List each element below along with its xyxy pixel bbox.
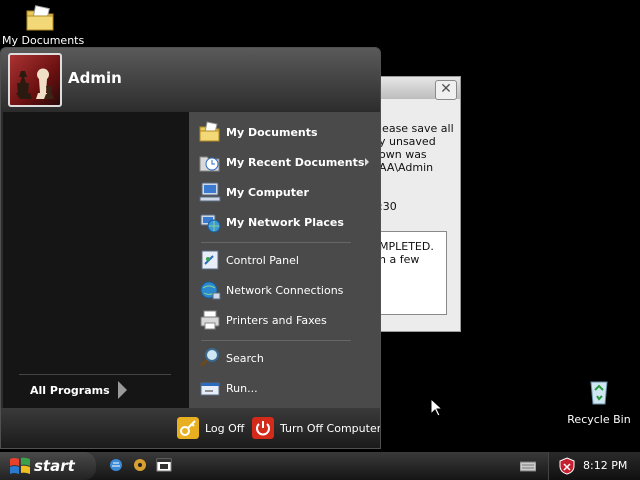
dialog-time: :30 bbox=[379, 200, 397, 213]
key-icon bbox=[177, 417, 199, 439]
menu-item-label: My Recent Documents bbox=[226, 156, 365, 169]
my-computer-icon bbox=[199, 182, 221, 202]
dialog-message-line: own was bbox=[379, 148, 427, 161]
divider bbox=[201, 242, 351, 243]
divider bbox=[201, 340, 351, 341]
desktop-icon-my-documents[interactable]: My Documents bbox=[2, 2, 85, 47]
search-icon bbox=[199, 348, 219, 368]
menu-item-label: My Computer bbox=[226, 186, 309, 199]
menu-item-search[interactable]: Search bbox=[197, 344, 373, 372]
dialog-message-line: y unsaved bbox=[379, 135, 436, 148]
avatar[interactable] bbox=[8, 53, 62, 107]
clock[interactable]: 8:12 PM bbox=[583, 459, 627, 472]
taskbar: start 8:12 PM bbox=[0, 452, 640, 480]
menu-item-printers-and-faxes[interactable]: Printers and Faxes bbox=[197, 306, 373, 334]
places-pane: My Documents My Recent Documents My Comp… bbox=[189, 112, 380, 408]
menu-item-network-connections[interactable]: Network Connections bbox=[197, 276, 373, 304]
recent-documents-icon bbox=[199, 156, 220, 172]
system-tray: 8:12 PM bbox=[548, 452, 640, 480]
start-label: start bbox=[34, 457, 75, 475]
dialog-message-line: AA\Admin bbox=[379, 161, 434, 174]
control-panel-icon bbox=[201, 250, 219, 270]
network-connections-icon bbox=[200, 281, 221, 300]
power-icon bbox=[252, 417, 274, 439]
dialog-message-line: lease save all bbox=[379, 122, 454, 135]
menu-item-my-documents[interactable]: My Documents bbox=[197, 118, 373, 146]
submenu-arrow-icon bbox=[365, 158, 369, 166]
dialog-status-line: MPLETED. bbox=[379, 240, 434, 253]
menu-item-label: Run... bbox=[226, 382, 258, 395]
pinned-programs-pane: All Programs bbox=[3, 112, 189, 408]
media-icon[interactable] bbox=[132, 457, 148, 473]
arrow-right-icon bbox=[118, 381, 127, 399]
menu-item-my-recent-documents[interactable]: My Recent Documents bbox=[197, 148, 373, 176]
chess-pieces-icon bbox=[16, 68, 54, 99]
start-button[interactable]: start bbox=[0, 452, 96, 480]
dialog-status-line: n a few bbox=[379, 253, 420, 266]
dialog-message: lease save all y unsaved own was AA\Admi… bbox=[379, 122, 454, 174]
run-icon bbox=[200, 382, 220, 396]
desktop-icon-recycle-bin[interactable]: Recycle Bin bbox=[562, 376, 636, 426]
menu-item-label: Search bbox=[226, 352, 264, 365]
menu-item-control-panel[interactable]: Control Panel bbox=[197, 246, 373, 274]
my-documents-icon bbox=[199, 121, 220, 142]
menu-item-label: Control Panel bbox=[226, 254, 299, 267]
log-off-label: Log Off bbox=[205, 422, 245, 435]
user-name: Admin bbox=[68, 69, 122, 87]
menu-item-label: Printers and Faxes bbox=[226, 314, 327, 327]
divider bbox=[19, 374, 171, 375]
all-programs-label: All Programs bbox=[30, 384, 110, 397]
menu-item-label: Network Connections bbox=[226, 284, 344, 297]
turn-off-label: Turn Off Computer bbox=[280, 422, 381, 435]
turn-off-computer-button[interactable]: Turn Off Computer bbox=[252, 417, 380, 441]
folder-documents-icon bbox=[26, 5, 54, 31]
recycle-bin-icon bbox=[590, 381, 608, 405]
network-places-icon bbox=[200, 214, 221, 233]
menu-item-run[interactable]: Run... bbox=[197, 374, 373, 402]
ie-icon[interactable] bbox=[108, 457, 124, 473]
menu-item-my-computer[interactable]: My Computer bbox=[197, 178, 373, 206]
mouse-cursor-icon bbox=[431, 399, 443, 417]
printer-icon bbox=[200, 310, 220, 330]
media-player-icon[interactable] bbox=[156, 457, 172, 473]
keyboard-icon[interactable] bbox=[520, 460, 536, 472]
close-icon[interactable]: ✕ bbox=[435, 80, 457, 100]
menu-item-my-network-places[interactable]: My Network Places bbox=[197, 208, 373, 236]
menu-item-label: My Documents bbox=[226, 126, 318, 139]
start-menu-header: Admin bbox=[1, 48, 380, 110]
menu-item-label: My Network Places bbox=[226, 216, 344, 229]
start-menu-footer: Log Off Turn Off Computer bbox=[1, 408, 380, 448]
all-programs-button[interactable]: All Programs bbox=[30, 381, 127, 399]
desktop-icon-label: Recycle Bin bbox=[567, 413, 631, 426]
desktop-icon-label: My Documents bbox=[2, 34, 85, 47]
start-menu: Admin All Programs My Documents My Recen… bbox=[0, 47, 381, 449]
log-off-button[interactable]: Log Off bbox=[177, 417, 245, 441]
security-shield-icon[interactable] bbox=[559, 457, 575, 475]
windows-logo-icon bbox=[10, 457, 30, 474]
